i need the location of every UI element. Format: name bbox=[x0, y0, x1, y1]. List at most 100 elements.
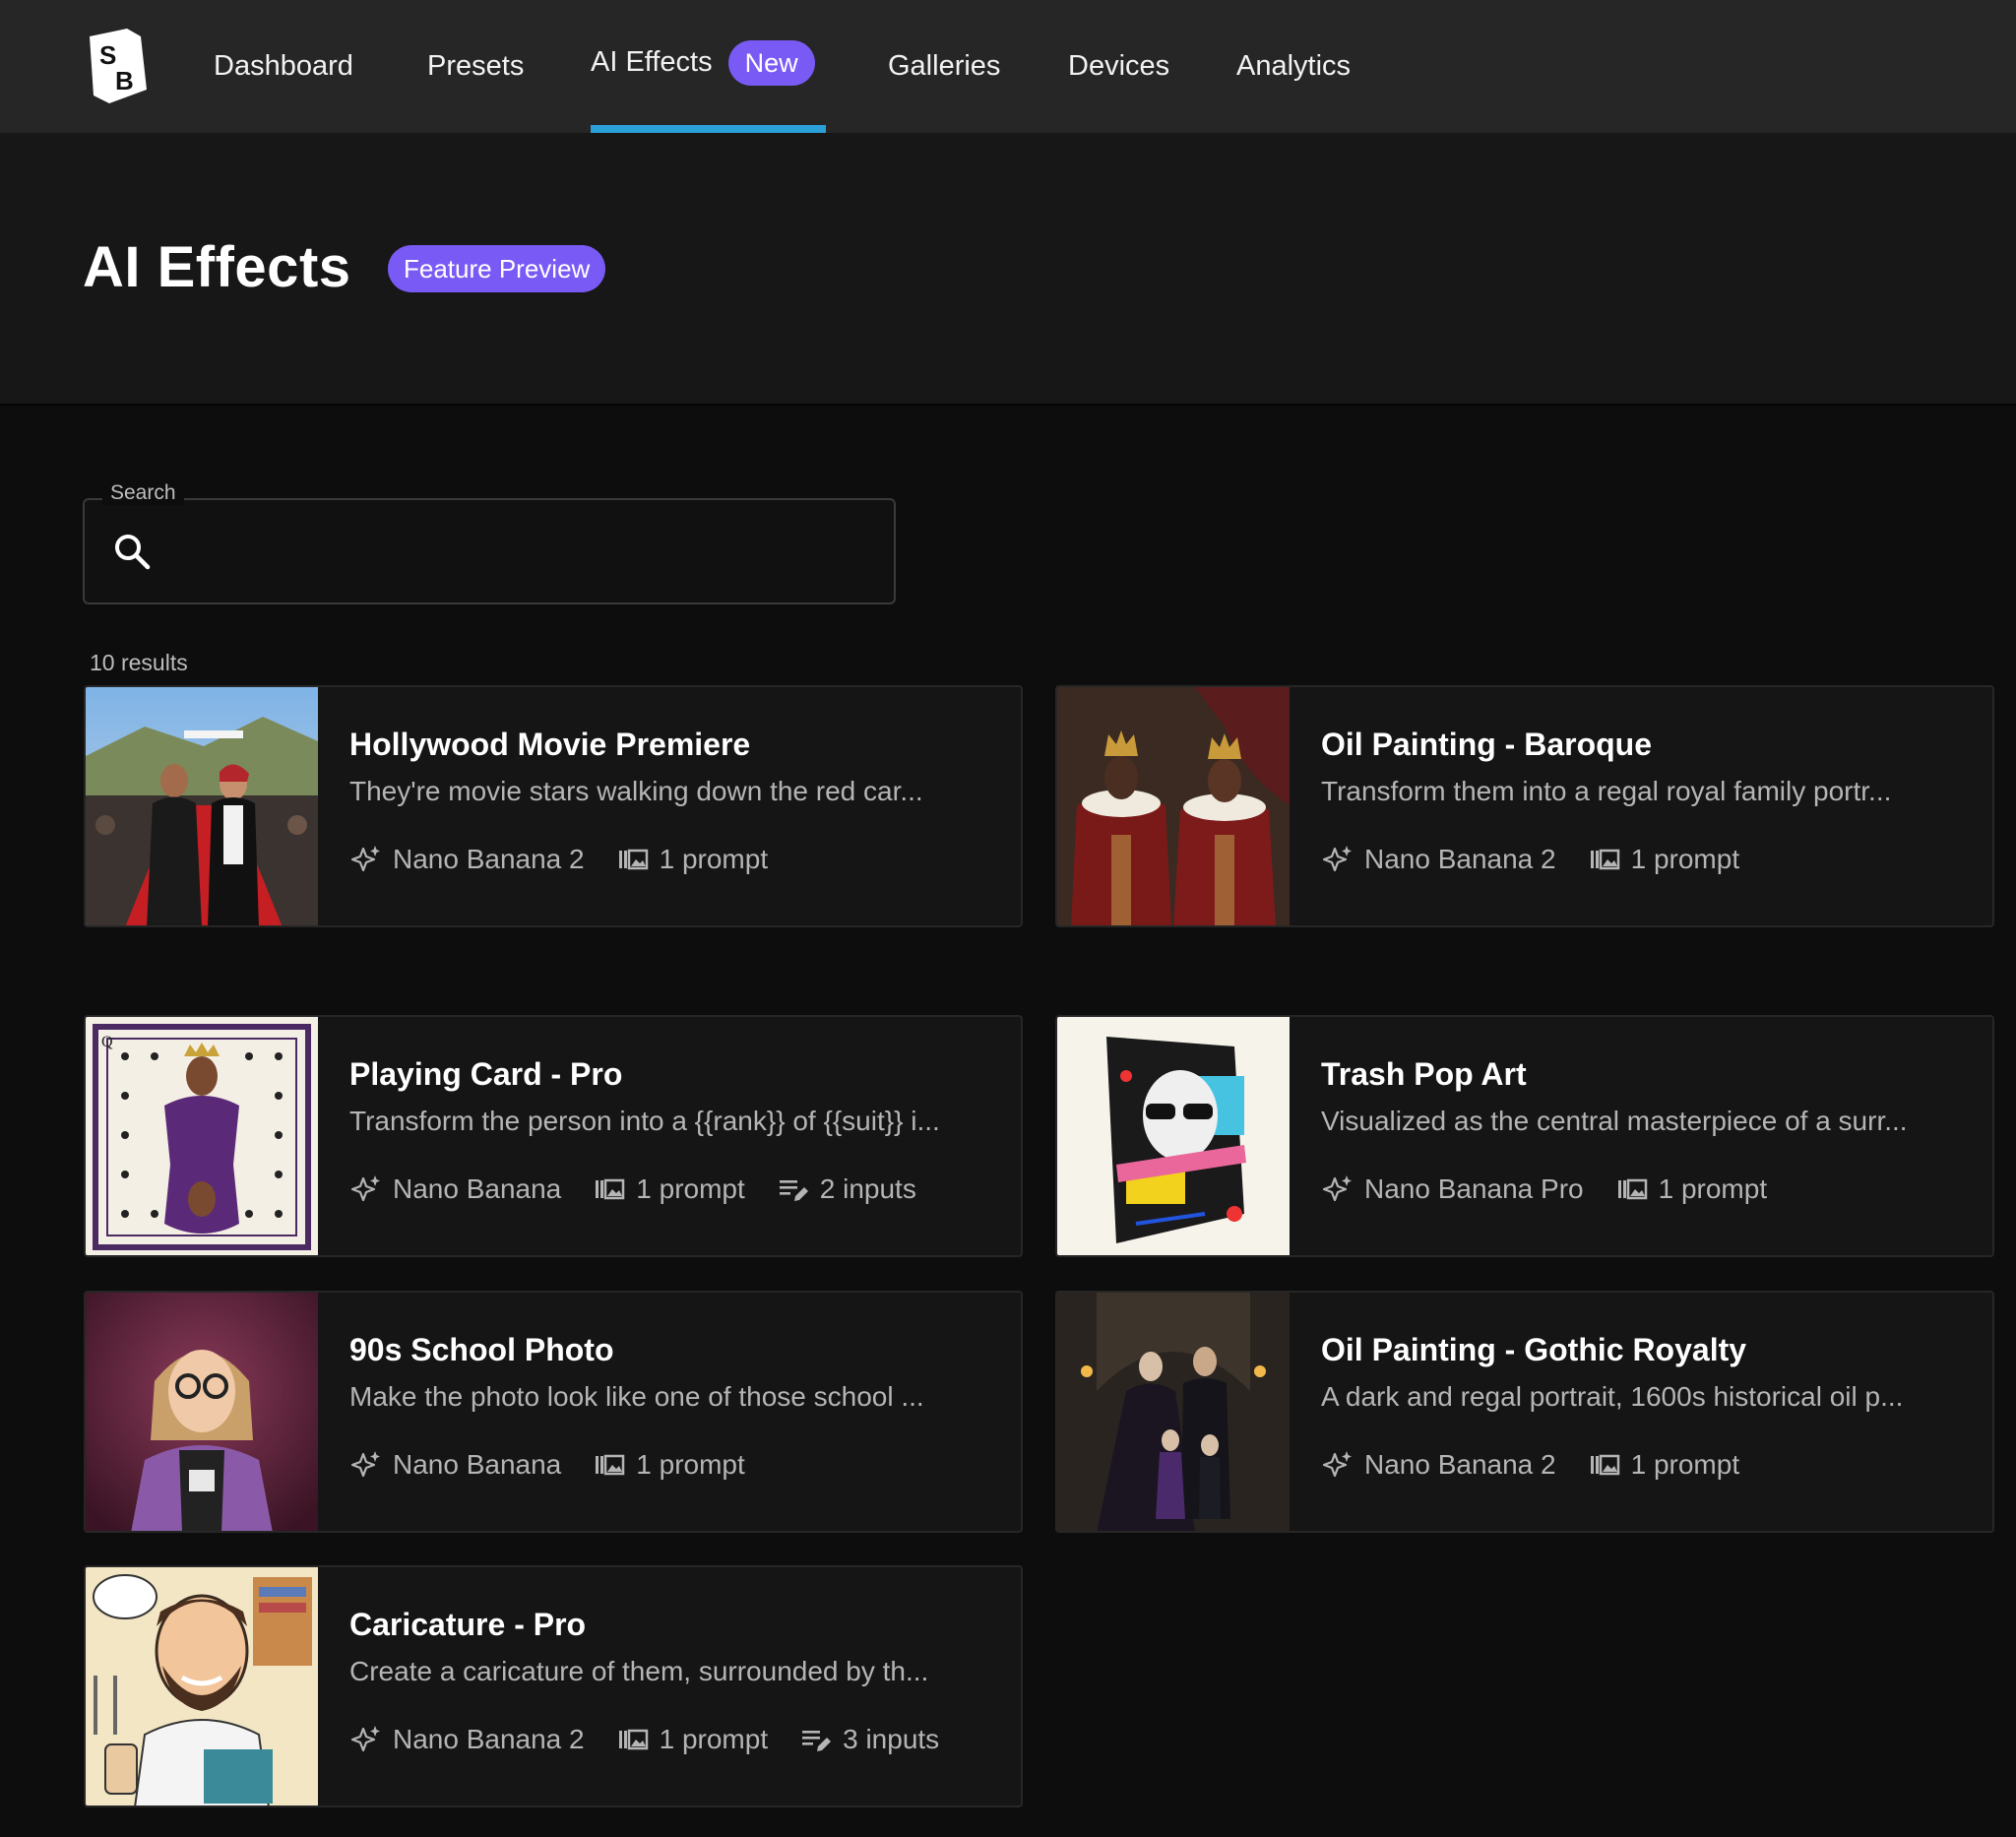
svg-text:B: B bbox=[115, 66, 134, 95]
model-name: Nano Banana 2 bbox=[393, 1724, 585, 1754]
effect-card-baroque[interactable]: Oil Painting - Baroque Transform them in… bbox=[1055, 685, 1994, 927]
model-name: Nano Banana 2 bbox=[1364, 844, 1556, 874]
effect-title: Trash Pop Art bbox=[1321, 1056, 1527, 1092]
prompt-meta: 1 prompt bbox=[1588, 843, 1740, 876]
sparkle-icon bbox=[350, 1451, 380, 1478]
page-title: AI Effects bbox=[83, 235, 351, 299]
nav-analytics-label: Analytics bbox=[1236, 50, 1352, 82]
sb-logo[interactable]: S B bbox=[84, 27, 151, 105]
effect-card-gothic-royalty[interactable]: Oil Painting - Gothic Royalty A dark and… bbox=[1055, 1291, 1994, 1533]
effect-title: Oil Painting - Gothic Royalty bbox=[1321, 1332, 1747, 1367]
effect-thumbnail-caricature bbox=[86, 1567, 318, 1805]
search-input[interactable] bbox=[167, 512, 880, 593]
prompt-count: 1 prompt bbox=[659, 844, 769, 874]
top-navigation-bar: S B Dashboard Presets AI Effects New Gal… bbox=[0, 0, 2016, 133]
effect-description: Visualized as the central masterpiece of… bbox=[1321, 1106, 1908, 1136]
prompt-count: 1 prompt bbox=[1630, 844, 1740, 874]
nav-presets[interactable]: Presets bbox=[427, 0, 524, 133]
prompt-meta: 1 prompt bbox=[1615, 1172, 1768, 1206]
nav-presets-label: Presets bbox=[427, 50, 525, 82]
prompt-library-icon bbox=[618, 849, 648, 870]
effect-thumbnail-hollywood bbox=[86, 687, 318, 925]
prompt-meta: 1 prompt bbox=[1588, 1448, 1740, 1482]
prompt-meta: 1 prompt bbox=[616, 1723, 769, 1756]
prompt-library-icon bbox=[1590, 1454, 1619, 1476]
effect-description: Make the photo look like one of those sc… bbox=[349, 1381, 924, 1412]
model-meta: Nano Banana bbox=[349, 1448, 561, 1482]
effect-meta: Nano Banana 1 prompt bbox=[349, 1448, 777, 1482]
prompt-library-icon bbox=[1590, 849, 1619, 870]
effect-title: Caricature - Pro bbox=[349, 1607, 587, 1642]
inputs-meta: 2 inputs bbox=[777, 1172, 916, 1206]
nav-dashboard-label: Dashboard bbox=[214, 50, 353, 82]
effect-thumbnail-baroque bbox=[1057, 687, 1290, 925]
inputs-meta: 3 inputs bbox=[799, 1723, 939, 1756]
effect-meta: Nano Banana Pro 1 prompt bbox=[1321, 1172, 1798, 1206]
model-name: Nano Banana 2 bbox=[1364, 1449, 1556, 1480]
effect-title: Hollywood Movie Premiere bbox=[349, 727, 751, 762]
input-count: 2 inputs bbox=[819, 1173, 916, 1204]
prompt-library-icon bbox=[596, 1454, 625, 1476]
nav-dashboard[interactable]: Dashboard bbox=[214, 0, 353, 133]
sparkle-icon bbox=[350, 846, 380, 872]
model-name: Nano Banana bbox=[393, 1449, 562, 1480]
prompt-meta: 1 prompt bbox=[616, 843, 769, 876]
prompt-count: 1 prompt bbox=[636, 1449, 745, 1480]
effect-thumbnail-trash-pop-art bbox=[1057, 1017, 1290, 1255]
model-meta: Nano Banana 2 bbox=[349, 843, 585, 876]
prompt-meta: 1 prompt bbox=[593, 1448, 745, 1482]
sparkle-icon bbox=[1322, 846, 1352, 872]
effect-card-caricature[interactable]: Caricature - Pro Create a caricature of … bbox=[84, 1565, 1023, 1807]
effect-meta: Nano Banana 2 1 prompt bbox=[1321, 843, 1771, 876]
svg-text:S: S bbox=[99, 40, 116, 70]
nav-galleries[interactable]: Galleries bbox=[888, 0, 1000, 133]
edit-list-icon bbox=[779, 1180, 808, 1201]
prompt-count: 1 prompt bbox=[1658, 1173, 1768, 1204]
model-meta: Nano Banana 2 bbox=[1321, 1448, 1556, 1482]
effect-thumbnail-playing-card: Q bbox=[86, 1017, 318, 1255]
prompt-library-icon bbox=[618, 1729, 648, 1750]
prompt-meta: 1 prompt bbox=[593, 1172, 745, 1206]
nav-devices[interactable]: Devices bbox=[1068, 0, 1169, 133]
nav-galleries-label: Galleries bbox=[888, 50, 1001, 82]
sparkle-icon bbox=[1322, 1175, 1352, 1202]
nav-analytics[interactable]: Analytics bbox=[1236, 0, 1351, 133]
sparkle-icon bbox=[350, 1175, 380, 1202]
effect-card-trash-pop-art[interactable]: Trash Pop Art Visualized as the central … bbox=[1055, 1015, 1994, 1257]
model-name: Nano Banana Pro bbox=[1364, 1173, 1584, 1204]
effect-thumbnail-gothic-royalty bbox=[1057, 1293, 1290, 1531]
sparkle-icon bbox=[350, 1726, 380, 1752]
effect-meta: Nano Banana 1 prompt 2 inputs bbox=[349, 1172, 948, 1206]
prompt-count: 1 prompt bbox=[659, 1724, 769, 1754]
prompt-library-icon bbox=[596, 1178, 625, 1200]
model-name: Nano Banana 2 bbox=[393, 844, 585, 874]
sparkle-icon bbox=[1322, 1451, 1352, 1478]
svg-text:Q: Q bbox=[101, 1034, 113, 1050]
model-meta: Nano Banana Pro bbox=[1321, 1172, 1584, 1206]
effect-meta: Nano Banana 2 1 prompt bbox=[349, 843, 799, 876]
effect-card-90s-school-photo[interactable]: 90s School Photo Make the photo look lik… bbox=[84, 1291, 1023, 1533]
effect-title: 90s School Photo bbox=[349, 1332, 614, 1367]
prompt-library-icon bbox=[1617, 1178, 1647, 1200]
search-label: Search bbox=[102, 481, 184, 505]
effect-card-hollywood[interactable]: Hollywood Movie Premiere They're movie s… bbox=[84, 685, 1023, 927]
prompt-count: 1 prompt bbox=[1630, 1449, 1740, 1480]
model-meta: Nano Banana 2 bbox=[349, 1723, 585, 1756]
effect-description: They're movie stars walking down the red… bbox=[349, 776, 923, 806]
effect-title: Playing Card - Pro bbox=[349, 1056, 623, 1092]
input-count: 3 inputs bbox=[843, 1724, 940, 1754]
effect-description: A dark and regal portrait, 1600s histori… bbox=[1321, 1381, 1904, 1412]
effect-meta: Nano Banana 2 1 prompt bbox=[1321, 1448, 1771, 1482]
active-tab-indicator bbox=[591, 125, 826, 133]
effect-card-playing-card[interactable]: Q Playing Card - Pro Transform the perso… bbox=[84, 1015, 1023, 1257]
effect-description: Transform them into a regal royal family… bbox=[1321, 776, 1892, 806]
effect-description: Transform the person into a {{rank}} of … bbox=[349, 1106, 940, 1136]
model-meta: Nano Banana 2 bbox=[1321, 843, 1556, 876]
feature-preview-badge: Feature Preview bbox=[388, 245, 606, 292]
prompt-count: 1 prompt bbox=[636, 1173, 745, 1204]
nav-ai-effects[interactable]: AI Effects New bbox=[591, 0, 815, 129]
model-meta: Nano Banana bbox=[349, 1172, 561, 1206]
effect-thumbnail-90s-school-photo bbox=[86, 1293, 318, 1531]
search-icon bbox=[115, 535, 151, 570]
effect-description: Create a caricature of them, surrounded … bbox=[349, 1656, 929, 1686]
